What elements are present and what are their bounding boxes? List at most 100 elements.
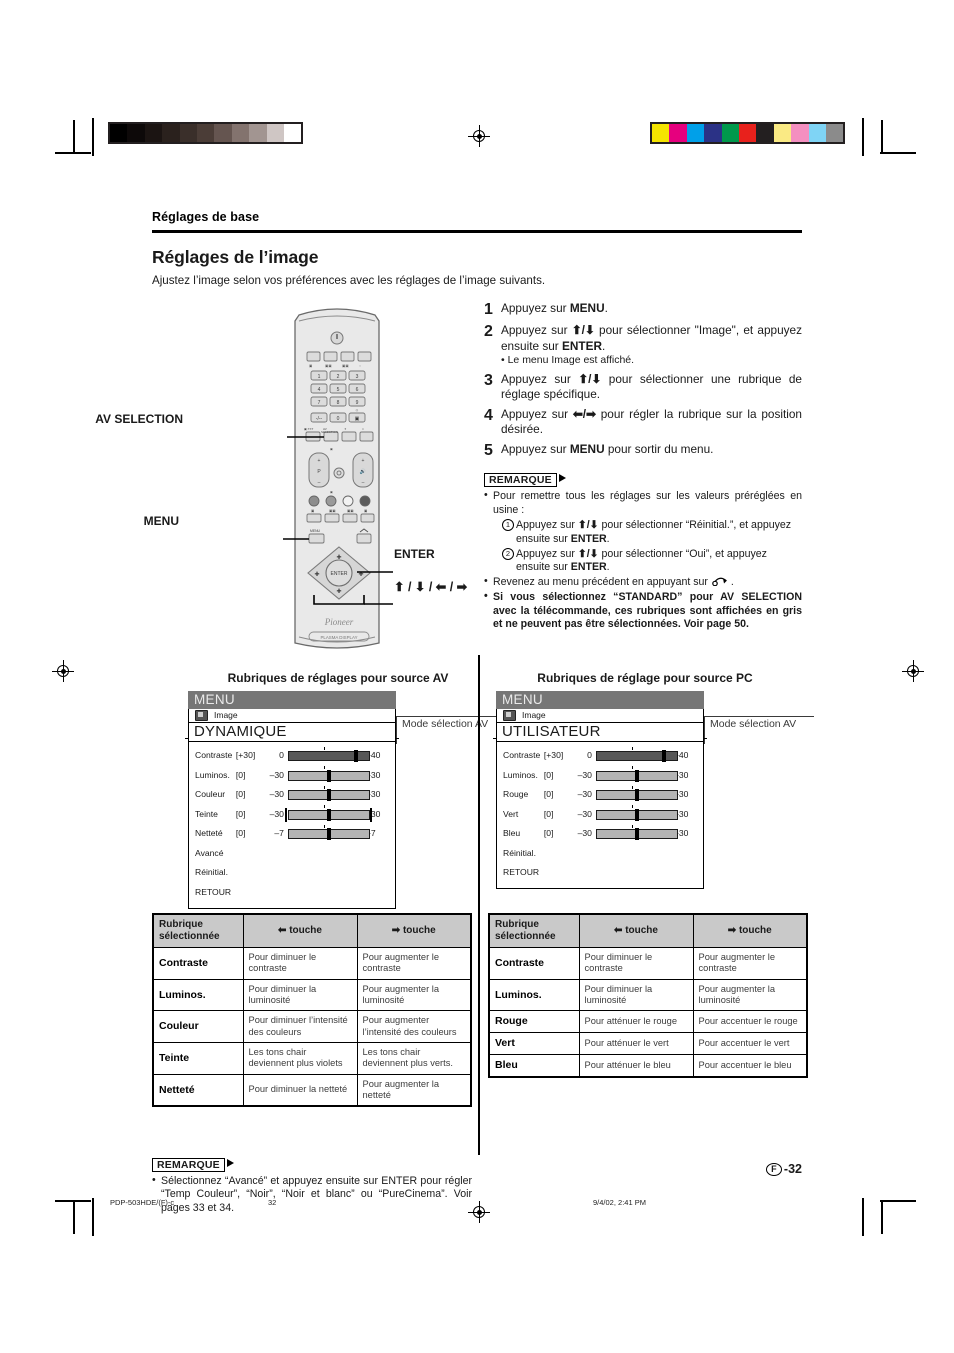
slider-knob[interactable] bbox=[635, 808, 639, 821]
osd-slider[interactable] bbox=[287, 766, 370, 782]
crop-mark-tr-v2 bbox=[881, 120, 883, 154]
crop-mark-bl-v bbox=[73, 1200, 75, 1234]
crop-mark-tl-h bbox=[55, 152, 91, 154]
osd-slider[interactable] bbox=[595, 805, 678, 821]
svg-text:3: 3 bbox=[356, 374, 359, 380]
calibration-swatch bbox=[704, 124, 722, 142]
note-list-top: Pour remettre tous les réglages sur les … bbox=[484, 489, 802, 518]
calibration-swatch bbox=[652, 124, 670, 142]
table-cell-right-key: Pour augmenter la luminosité bbox=[692, 978, 808, 1012]
osd-setting-row[interactable]: Teinte [0] –30 +30 bbox=[195, 804, 389, 824]
osd-setting-row[interactable]: Luminos. [0] –30 +30 bbox=[503, 765, 697, 785]
intro-text: Ajustez l’image selon vos préférences av… bbox=[152, 274, 546, 287]
osd-setting-min: –30 bbox=[269, 789, 284, 800]
remote-control-illustration: ▣ ▣▣ ▣▣ ◌ 123 456 789 -/-- 0 ▣ ◎ ▣.TXT A… bbox=[95, 301, 487, 653]
tv-icon bbox=[195, 709, 208, 721]
osd-menu-item[interactable]: Réinitial. bbox=[195, 863, 389, 883]
osd-slider[interactable] bbox=[595, 766, 678, 782]
osd-slider[interactable] bbox=[287, 785, 370, 802]
osd-setting-row[interactable]: Netteté [0] –7 +7 bbox=[195, 824, 389, 844]
table-row: Luminos. Pour diminuer la luminosité Pour … bbox=[488, 978, 808, 1012]
osd-setting-row[interactable]: Contraste [+30] 0 +40 bbox=[503, 746, 697, 766]
table-cell-right-key: Pour accentuer le bleu bbox=[692, 1053, 808, 1078]
osd-slider[interactable] bbox=[595, 824, 678, 841]
osd-setting-row[interactable]: Vert [0] –30 +30 bbox=[503, 804, 697, 824]
osd-slider[interactable] bbox=[595, 785, 678, 802]
calibration-swatch bbox=[825, 124, 844, 142]
osd-setting-row[interactable]: Bleu [0] –30 +30 bbox=[503, 824, 697, 844]
table-cell-right-key: Les tons chair deviennent plus verts. bbox=[356, 1041, 472, 1075]
osd-setting-label: Netteté bbox=[195, 828, 223, 839]
osd-setting-value: [0] bbox=[235, 808, 246, 819]
osd-slider[interactable] bbox=[287, 824, 370, 841]
callout-line-v bbox=[396, 715, 398, 744]
slider-center-tick bbox=[632, 805, 634, 809]
step-item: 1 Appuyez sur MENU. bbox=[484, 301, 802, 319]
osd-setting-value: [0] bbox=[543, 789, 554, 800]
osd-setting-value: [0] bbox=[543, 808, 554, 819]
osd-setting-row[interactable]: Couleur [0] –30 +30 bbox=[195, 785, 389, 805]
note-item: Pour remettre tous les réglages sur les … bbox=[484, 489, 802, 518]
svg-text:7: 7 bbox=[318, 400, 321, 406]
table-row: Vert Pour atténuer le vert Pour accentuer … bbox=[488, 1032, 808, 1055]
osd-setting-min: –30 bbox=[577, 808, 592, 819]
label-cursor-keys: ⬆ / ⬇ / ⬅ / ➡ bbox=[394, 579, 468, 594]
svg-text:MENU: MENU bbox=[310, 529, 321, 533]
osd-slider[interactable] bbox=[284, 805, 372, 822]
osd-slider[interactable] bbox=[287, 746, 370, 763]
slider-knob[interactable] bbox=[635, 789, 639, 802]
calibration-swatch bbox=[110, 124, 128, 142]
slider-knob[interactable] bbox=[327, 828, 331, 841]
svg-text:🔊: 🔊 bbox=[360, 468, 366, 475]
note-tag-bottom: REMARQUE bbox=[152, 1155, 234, 1173]
osd-menu-item[interactable]: Réinitial. bbox=[503, 843, 697, 863]
osd-tab-label: Image bbox=[522, 710, 546, 721]
slider-knob[interactable] bbox=[327, 789, 331, 802]
slider-knob[interactable] bbox=[327, 808, 331, 821]
callout-line-v bbox=[704, 715, 706, 744]
slider-knob[interactable] bbox=[635, 769, 639, 782]
illustration-and-steps: ▣ ▣▣ ▣▣ ◌ 123 456 789 -/-- 0 ▣ ◎ ▣.TXT A… bbox=[95, 301, 802, 661]
slider-cap-right bbox=[369, 807, 372, 822]
svg-text:Pioneer: Pioneer bbox=[324, 617, 354, 627]
calibration-swatch bbox=[266, 124, 284, 142]
table-cell-left-key: Pour diminuer la luminosité bbox=[578, 978, 694, 1012]
osd-setting-min: –7 bbox=[274, 828, 284, 839]
calibration-swatch bbox=[773, 124, 792, 142]
note-subitem-text: Appuyez sur ⬆/⬇ pour sélectionner “Réini… bbox=[516, 518, 792, 545]
registration-mark-left bbox=[52, 660, 74, 682]
svg-text:0: 0 bbox=[337, 416, 340, 422]
slider-knob[interactable] bbox=[327, 769, 331, 782]
osd-slider[interactable] bbox=[595, 746, 678, 763]
osd-menu-item[interactable]: RETOUR bbox=[503, 863, 697, 883]
table-cell-left-key: Pour diminuer le contraste bbox=[578, 947, 694, 980]
osd-setting-row[interactable]: Rouge [0] –30 +30 bbox=[503, 785, 697, 805]
svg-text:▣: ▣ bbox=[330, 447, 333, 451]
key-function-tables: Rubrique sélectionnée ⬅ touche ➡ touche … bbox=[152, 912, 808, 1214]
slider-knob[interactable] bbox=[635, 828, 639, 841]
arrow-right-icon bbox=[226, 1158, 234, 1167]
table-cell-left-key: Pour diminuer l’intensité des couleurs bbox=[242, 1010, 358, 1043]
osd-av-callout: Mode sélection AV bbox=[402, 717, 489, 730]
slider-center-tick bbox=[632, 785, 634, 789]
arrow-right-icon bbox=[558, 474, 566, 483]
svg-text:-/--: -/-- bbox=[316, 416, 323, 422]
table-cell-right-key: Pour augmenter le contraste bbox=[356, 947, 472, 980]
osd-setting-value: [+30] bbox=[235, 750, 256, 761]
osd-mode-selected[interactable]: DYNAMIQUE bbox=[188, 721, 396, 742]
osd-mode-selected[interactable]: UTILISATEUR bbox=[496, 721, 704, 742]
table-cell-right-key: Pour augmenter l’intensité des couleurs bbox=[356, 1010, 472, 1043]
osd-tab-image[interactable]: Image bbox=[496, 708, 704, 722]
osd-menu-item[interactable]: Avancé bbox=[195, 843, 389, 863]
osd-menu-item[interactable]: RETOUR bbox=[195, 882, 389, 902]
osd-setting-row[interactable]: Contraste [+30] 0 +40 bbox=[195, 746, 389, 766]
slider-knob[interactable] bbox=[354, 750, 358, 763]
osd-menu-item-label: Réinitial. bbox=[503, 847, 536, 858]
slider-knob[interactable] bbox=[662, 750, 666, 763]
osd-setting-min: 0 bbox=[587, 750, 592, 761]
svg-text:▣▣: ▣▣ bbox=[347, 509, 353, 513]
osd-setting-row[interactable]: Luminos. [0] –30 +30 bbox=[195, 765, 389, 785]
step-text: Appuyez sur MENU pour sortir du menu. bbox=[501, 442, 714, 457]
osd-tab-image[interactable]: Image bbox=[188, 708, 396, 722]
note-tag-top: REMARQUE bbox=[484, 470, 566, 488]
